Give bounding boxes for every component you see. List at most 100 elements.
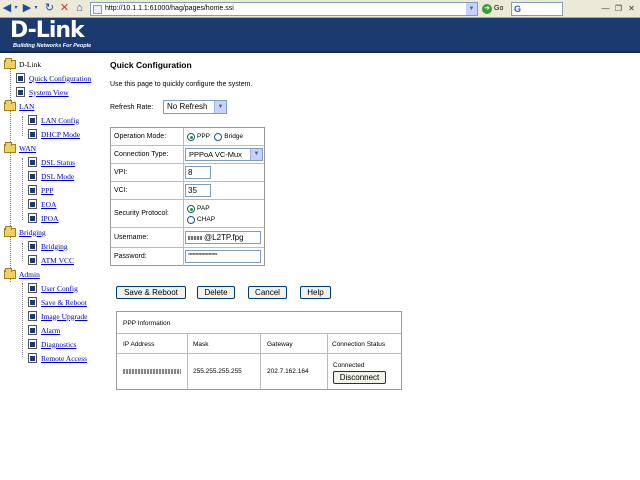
page-icon [28,115,37,125]
row-username: Username: @L2TP.fpg [111,228,264,248]
forward-dropdown-icon[interactable]: ▾ [33,2,39,15]
nav-dhcp-mode-link[interactable]: DHCP Mode [41,130,80,139]
tree-admin[interactable]: Admin [4,267,40,280]
nav-alarm[interactable]: Alarm [28,324,60,336]
nav-system-view-link[interactable]: System View [29,88,69,97]
nav-system-view[interactable]: System View [16,86,69,98]
go-label: Go [494,5,504,12]
nav-save-reboot-link[interactable]: Save & Reboot [41,298,87,307]
connection-type-select[interactable]: PPPoA VC-Mux ▼ [185,148,263,161]
config-form: Operation Mode: PPP Bridge Connection Ty… [110,127,265,266]
nav-dsl-status[interactable]: DSL Status [28,156,75,168]
nav-ipoa[interactable]: IPOA [28,212,59,224]
navigation-tree: D-Link Quick Configuration System View L… [0,57,100,368]
vci-label: VCI: [114,187,128,194]
forward-icon[interactable]: ▶ [22,2,32,15]
security-protocol-label: Security Protocol: [114,210,169,217]
tree-wan-link[interactable]: WAN [19,144,36,153]
nav-user-config-link[interactable]: User Config [41,284,78,293]
dlink-banner: D-Link Building Networks For People [0,18,640,53]
refresh-rate-select[interactable]: No Refresh ▼ [163,100,227,114]
page-icon [28,213,37,223]
tree-bridging[interactable]: Bridging [4,225,46,238]
cancel-button[interactable]: Cancel [248,286,287,299]
nav-bridging-link[interactable]: Bridging [41,242,68,251]
ppp-gateway-value: 202.7.162.164 [267,368,309,375]
address-dropdown-icon[interactable]: ▼ [466,3,477,15]
password-input[interactable]: ******************** [185,250,261,263]
nav-eoa-link[interactable]: EOA [41,200,56,209]
page-icon [28,297,37,307]
nav-atm-vcc[interactable]: ATM VCC [28,254,74,266]
back-dropdown-icon[interactable]: ▾ [13,2,19,15]
stop-icon[interactable]: ✕ [59,2,70,15]
address-bar[interactable]: http://10.1.1.1:61000/hag/pages/home.ssi… [90,2,478,16]
nav-diagnostics[interactable]: Diagnostics [28,338,76,350]
home-icon[interactable]: ⌂ [74,2,85,15]
vpi-label: VPI: [114,169,128,176]
search-box[interactable]: G [511,2,563,16]
page-icon [28,255,37,265]
minimize-icon[interactable]: — [600,3,611,14]
nav-ppp-link[interactable]: PPP [41,186,54,195]
vci-input[interactable]: 35 [185,184,211,197]
refresh-icon[interactable]: ↻ [44,2,55,15]
mode-bridge-label: Bridge [224,133,244,141]
nav-dsl-mode-link[interactable]: DSL Mode [41,172,74,181]
nav-quick-config[interactable]: Quick Configuration [16,72,91,84]
nav-dsl-mode[interactable]: DSL Mode [28,170,74,182]
folder-open-icon [4,99,16,111]
nav-remote-access[interactable]: Remote Access [28,352,87,364]
nav-save-reboot[interactable]: Save & Reboot [28,296,87,308]
page-description: Use this page to quickly configure the s… [110,81,253,88]
row-vci: VCI: 35 [111,182,264,200]
connection-type-value: PPPoA VC-Mux [189,150,242,159]
tree-root[interactable]: D-Link [4,57,41,70]
nav-ppp[interactable]: PPP [28,184,54,196]
nav-eoa[interactable]: EOA [28,198,56,210]
security-pap-radio[interactable] [187,204,195,213]
nav-image-upgrade[interactable]: Image Upgrade [28,310,87,322]
nav-diagnostics-link[interactable]: Diagnostics [41,340,76,349]
help-button[interactable]: Help [300,286,331,299]
back-icon[interactable]: ◀ [2,2,12,15]
col-mask: Mask [193,341,209,348]
mode-ppp-radio[interactable] [187,132,195,141]
maximize-icon[interactable]: ❐ [613,3,624,14]
nav-atm-vcc-link[interactable]: ATM VCC [41,256,74,265]
delete-button[interactable]: Delete [197,286,235,299]
nav-ipoa-link[interactable]: IPOA [41,214,59,223]
tree-wan[interactable]: WAN [4,141,36,154]
page-icon [28,171,37,181]
vpi-input[interactable]: 8 [185,166,211,179]
nav-user-config[interactable]: User Config [28,282,78,294]
connection-type-label: Connection Type: [114,151,169,158]
nav-alarm-link[interactable]: Alarm [41,326,60,335]
mode-bridge-radio[interactable] [214,132,223,141]
tree-lan[interactable]: LAN [4,99,34,112]
nav-lan-config-link[interactable]: LAN Config [41,116,79,125]
page-icon [28,339,37,349]
ppp-information-header: PPP Information [117,312,401,334]
tree-admin-link[interactable]: Admin [19,270,40,279]
col-ip-address: IP Address [123,341,155,348]
nav-quick-config-link[interactable]: Quick Configuration [29,74,91,83]
go-button[interactable]: ➜ Go [482,3,510,15]
tree-lan-link[interactable]: LAN [19,102,34,111]
username-input[interactable]: @L2TP.fpg [185,231,261,244]
col-connection-status: Connection Status [332,341,386,348]
tree-bridging-link[interactable]: Bridging [19,228,46,237]
security-chap-radio[interactable] [187,215,195,224]
ppp-information-table: PPP Information IP Address Mask Gateway … [116,311,402,390]
nav-bridging[interactable]: Bridging [28,240,68,252]
username-label: Username: [114,234,149,241]
close-icon[interactable]: ✕ [626,3,637,14]
nav-dhcp-mode[interactable]: DHCP Mode [28,128,80,140]
disconnect-button[interactable]: Disconnect [333,371,386,384]
save-reboot-button[interactable]: Save & Reboot [116,286,186,299]
nav-lan-config[interactable]: LAN Config [28,114,79,126]
nav-dsl-status-link[interactable]: DSL Status [41,158,75,167]
nav-remote-access-link[interactable]: Remote Access [41,354,87,363]
nav-image-upgrade-link[interactable]: Image Upgrade [41,312,87,321]
mode-ppp-label: PPP [197,133,211,141]
